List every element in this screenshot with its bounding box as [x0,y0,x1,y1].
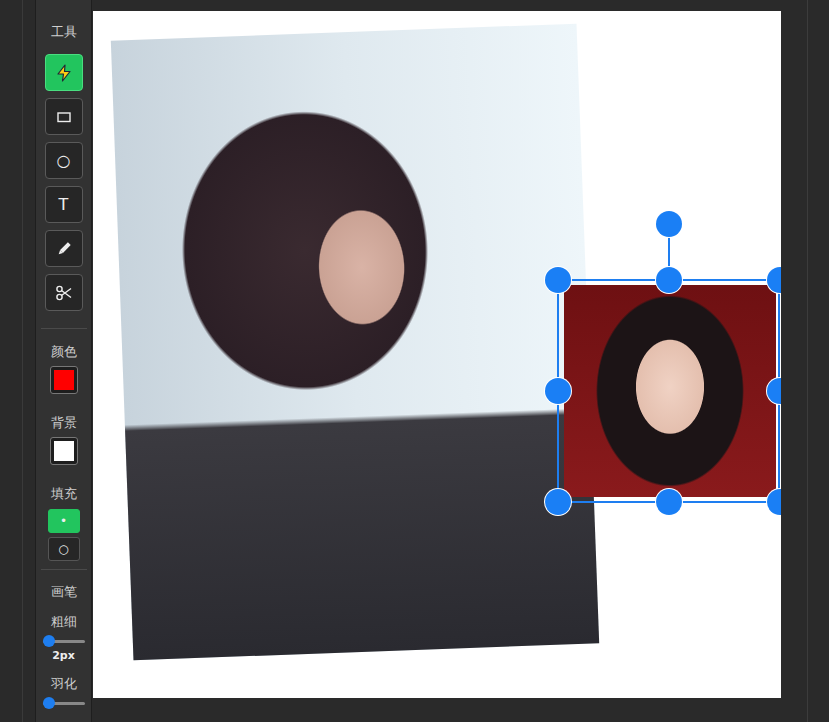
tool-button[interactable] [45,54,83,91]
slider-knob[interactable] [43,635,55,647]
feather-label: 羽化 [51,676,77,692]
resize-handle[interactable] [545,378,571,404]
tool-button[interactable] [45,98,83,135]
slider-knob[interactable] [43,697,55,709]
scissors-icon [55,284,73,302]
pencil-icon [55,240,73,258]
thickness-label: 粗细 [51,614,77,630]
lightning-icon [55,64,73,82]
feather-slider[interactable] [43,696,85,710]
color-label: 颜色 [51,344,77,360]
background-label: 背景 [51,415,77,431]
rectangle-icon [55,108,73,126]
tool-button[interactable]: T [45,186,83,223]
tool-button[interactable] [45,274,83,311]
tools-title: 工具 [51,24,77,40]
resize-handle[interactable] [656,267,682,293]
background-swatch[interactable] [50,437,78,465]
thickness-slider[interactable] [43,634,85,648]
tool-button[interactable]: ○ [45,142,83,179]
tool-glyph: T [59,195,69,214]
brush-title: 画笔 [51,584,77,600]
color-swatch[interactable] [50,366,78,394]
fill-options: •○ [48,505,80,561]
tool-glyph: ○ [57,151,71,170]
canvas-photo[interactable] [111,24,599,661]
resize-handle[interactable] [656,489,682,515]
resize-handle[interactable] [545,489,571,515]
rotate-handle[interactable] [656,211,682,237]
fill-glyph: • [60,514,67,528]
tool-button[interactable] [45,230,83,267]
resize-handle[interactable] [545,267,571,293]
fill-glyph: ○ [58,542,68,556]
canvas-photo[interactable] [564,285,776,497]
canvas-area [92,0,783,722]
drawing-canvas[interactable] [93,11,781,698]
thickness-reading: 2px [52,649,75,662]
fill-label: 填充 [51,486,77,502]
toolbar: 工具○T颜色背景填充•○画笔粗细2px羽化 [35,0,92,722]
resize-handle[interactable] [767,489,781,515]
selection-frame [557,279,780,503]
fill-option[interactable]: • [48,509,80,533]
fill-option[interactable]: ○ [48,537,80,561]
tool-list: ○T [45,54,83,311]
